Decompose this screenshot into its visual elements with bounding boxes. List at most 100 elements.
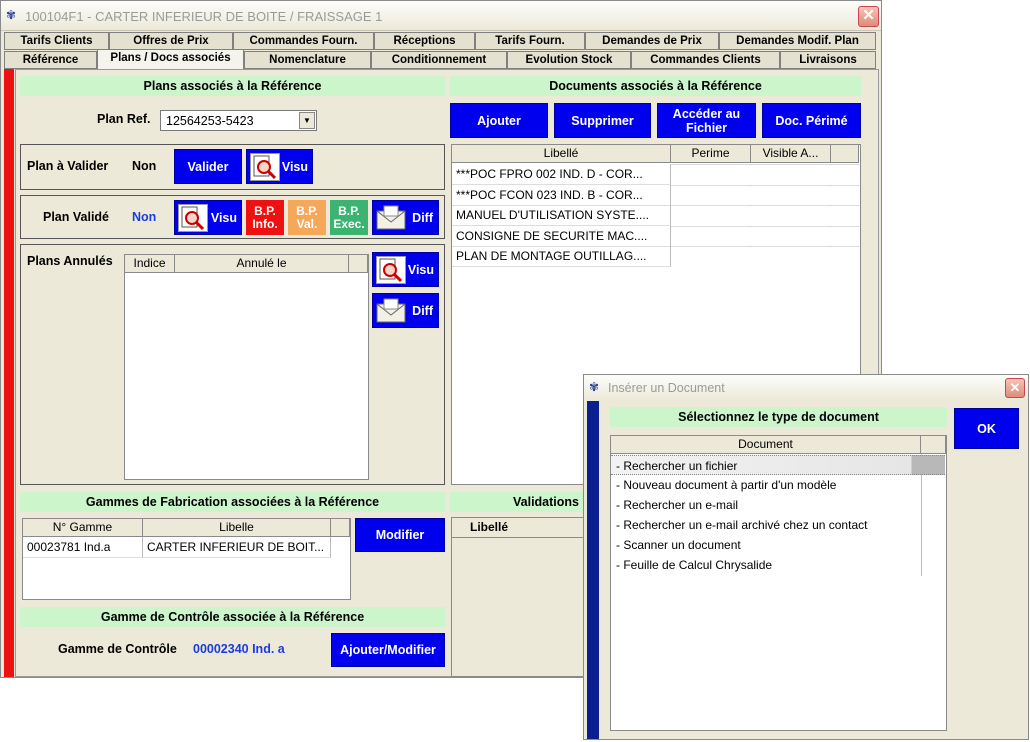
diff-label: Diff [412, 210, 433, 225]
tab-livraisons[interactable]: Livraisons [780, 51, 876, 69]
tab-evolution-stock[interactable]: Evolution Stock [507, 51, 631, 69]
dialog-header: Sélectionnez le type de document [610, 407, 947, 427]
tab-demandes-modif-plan[interactable]: Demandes Modif. Plan [719, 32, 876, 50]
visu-button-valide[interactable]: Visu [174, 200, 242, 235]
document-perime-cell[interactable] [671, 205, 751, 207]
visu-button-top[interactable]: Visu [246, 149, 313, 184]
bp-exec-line1: B.P. [338, 203, 360, 218]
ajouter-modifier-button[interactable]: Ajouter/Modifier [331, 633, 445, 667]
tab-offres-de-prix[interactable]: Offres de Prix [109, 32, 233, 50]
document-visible-cell[interactable]: ✓ [751, 184, 831, 186]
tab-receptions[interactable]: Réceptions [374, 32, 475, 50]
document-type-item[interactable]: - Nouveau document à partir d'un modèle [611, 475, 921, 495]
inserer-document-dialog: ✾ Insérer un Document ✕ Sélectionnez le … [583, 374, 1029, 740]
col-header-visible[interactable]: Visible A... [751, 145, 831, 163]
plans-annules-table[interactable]: Indice Annulé le [124, 254, 369, 480]
controle-label: Gamme de Contrôle [58, 642, 177, 656]
plan-valide-value: Non [132, 210, 157, 224]
tab-nomenclature[interactable]: Nomenclature [244, 51, 371, 69]
tab-demandes-de-prix[interactable]: Demandes de Prix [585, 32, 719, 50]
bp-val-line2: Val. [296, 216, 318, 231]
col-header-blank [831, 145, 859, 163]
document-type-list[interactable]: Document - Rechercher un fichier - Nouvea… [610, 435, 947, 731]
col-header-perime[interactable]: Perime [671, 145, 751, 163]
document-libelle-cell[interactable]: ***POC FPRO 002 IND. D - COR... [452, 164, 671, 185]
document-visible-cell[interactable]: ✓ [751, 246, 831, 248]
document-perime-cell[interactable] [671, 225, 751, 227]
col-header-libelle[interactable]: Libellé [470, 520, 508, 534]
document-libelle-cell[interactable]: MANUEL D'UTILISATION SYSTE.... [452, 205, 671, 227]
magnifier-doc-icon [250, 153, 280, 181]
document-type-item[interactable]: - Rechercher un fichier [611, 455, 945, 475]
bp-val-button[interactable]: B.P. Val. [288, 200, 326, 235]
plans-header: Plans associés à la Référence [20, 76, 445, 96]
diff-button-annules[interactable]: Diff [372, 293, 439, 328]
gamme-libelle-cell[interactable]: CARTER INFERIEUR DE BOIT... [143, 537, 331, 558]
document-perime-cell[interactable] [671, 164, 751, 165]
document-blank-cell [831, 164, 859, 165]
supprimer-button[interactable]: Supprimer [554, 103, 651, 138]
document-libelle-cell[interactable]: CONSIGNE DE SECURITE MAC.... [452, 225, 671, 247]
document-visible-cell[interactable]: ✓ [751, 225, 831, 227]
app-icon: ✾ [6, 8, 17, 22]
bp-exec-button[interactable]: B.P. Exec. [330, 200, 368, 235]
chevron-down-icon[interactable]: ▼ [299, 112, 315, 129]
controle-header: Gamme de Contrôle associée à la Référenc… [20, 607, 445, 627]
bp-info-button[interactable]: B.P. Info. [246, 200, 284, 235]
document-libelle-cell[interactable]: PLAN DE MONTAGE OUTILLAG.... [452, 246, 671, 268]
valider-button[interactable]: Valider [174, 149, 242, 184]
gamme-num-cell[interactable]: 00023781 Ind.a [23, 537, 143, 558]
doc-perime-button[interactable]: Doc. Périmé [762, 103, 861, 138]
document-libelle-cell[interactable]: ***POC FCON 023 IND. B - COR... [452, 184, 671, 206]
magnifier-doc-icon [376, 256, 406, 284]
document-type-item[interactable]: - Rechercher un e-mail [611, 495, 921, 515]
envelope-icon [376, 298, 406, 324]
ok-button[interactable]: OK [954, 408, 1019, 449]
document-visible-cell[interactable]: ✓ [751, 205, 831, 207]
document-visible-cell[interactable]: ✓ [751, 164, 831, 165]
col-header-blank [349, 255, 368, 273]
title-bar: ✾ 100104F1 - CARTER INFERIEUR DE BOITE /… [1, 1, 881, 31]
ajouter-button[interactable]: Ajouter [450, 103, 548, 138]
dialog-close-button[interactable]: ✕ [1005, 378, 1025, 398]
tab-tarifs-fourn[interactable]: Tarifs Fourn. [475, 32, 585, 50]
col-header-document[interactable]: Document [611, 436, 921, 454]
tab-commandes-fourn[interactable]: Commandes Fourn. [233, 32, 374, 50]
visu-button-annules[interactable]: Visu [372, 252, 439, 287]
document-type-item[interactable]: - Scanner un document [611, 535, 921, 555]
document-perime-cell[interactable] [671, 184, 751, 186]
col-header-libelle[interactable]: Libellé [452, 145, 671, 163]
visu-label: Visu [407, 262, 434, 277]
tab-reference[interactable]: Référence [4, 51, 97, 69]
window-title: 100104F1 - CARTER INFERIEUR DE BOITE / F… [25, 9, 383, 24]
col-header-annule-le[interactable]: Annulé le [175, 255, 349, 273]
dialog-title: Insérer un Document [608, 381, 725, 395]
gammes-table[interactable]: N° Gamme Libelle 00023781 Ind.a CARTER I… [22, 518, 351, 600]
visu-label: Visu [210, 210, 237, 225]
plan-ref-select[interactable]: 12564253-5423 ▼ [160, 110, 317, 131]
tab-conditionnement[interactable]: Conditionnement [371, 51, 507, 69]
acceder-line1: Accéder au [672, 106, 741, 121]
documents-header: Documents associés à la Référence [450, 76, 861, 96]
document-blank-cell [831, 184, 859, 186]
col-header-libelle[interactable]: Libelle [143, 519, 331, 537]
diff-label: Diff [412, 303, 433, 318]
plans-annules-label: Plans Annulés [27, 254, 113, 268]
tab-plans-docs-associes[interactable]: Plans / Docs associés [97, 49, 244, 69]
col-header-indice[interactable]: Indice [125, 255, 175, 273]
envelope-icon [376, 205, 406, 231]
document-perime-cell[interactable] [671, 246, 751, 248]
modifier-button[interactable]: Modifier [355, 518, 445, 552]
diff-button-valide[interactable]: Diff [372, 200, 439, 235]
document-blank-cell [831, 225, 859, 227]
col-header-num-gamme[interactable]: N° Gamme [23, 519, 143, 537]
tab-tarifs-clients[interactable]: Tarifs Clients [4, 32, 109, 50]
document-type-item[interactable]: - Rechercher un e-mail archivé chez un c… [611, 515, 921, 535]
col-header-blank [921, 436, 946, 454]
tab-commandes-clients[interactable]: Commandes Clients [631, 51, 780, 69]
acceder-fichier-button[interactable]: Accéder au Fichier [657, 103, 756, 138]
document-blank-cell [831, 246, 859, 248]
close-button[interactable]: ✕ [858, 6, 879, 27]
bp-info-line1: B.P. [254, 203, 276, 218]
document-type-item[interactable]: - Feuille de Calcul Chrysalide [611, 555, 921, 575]
